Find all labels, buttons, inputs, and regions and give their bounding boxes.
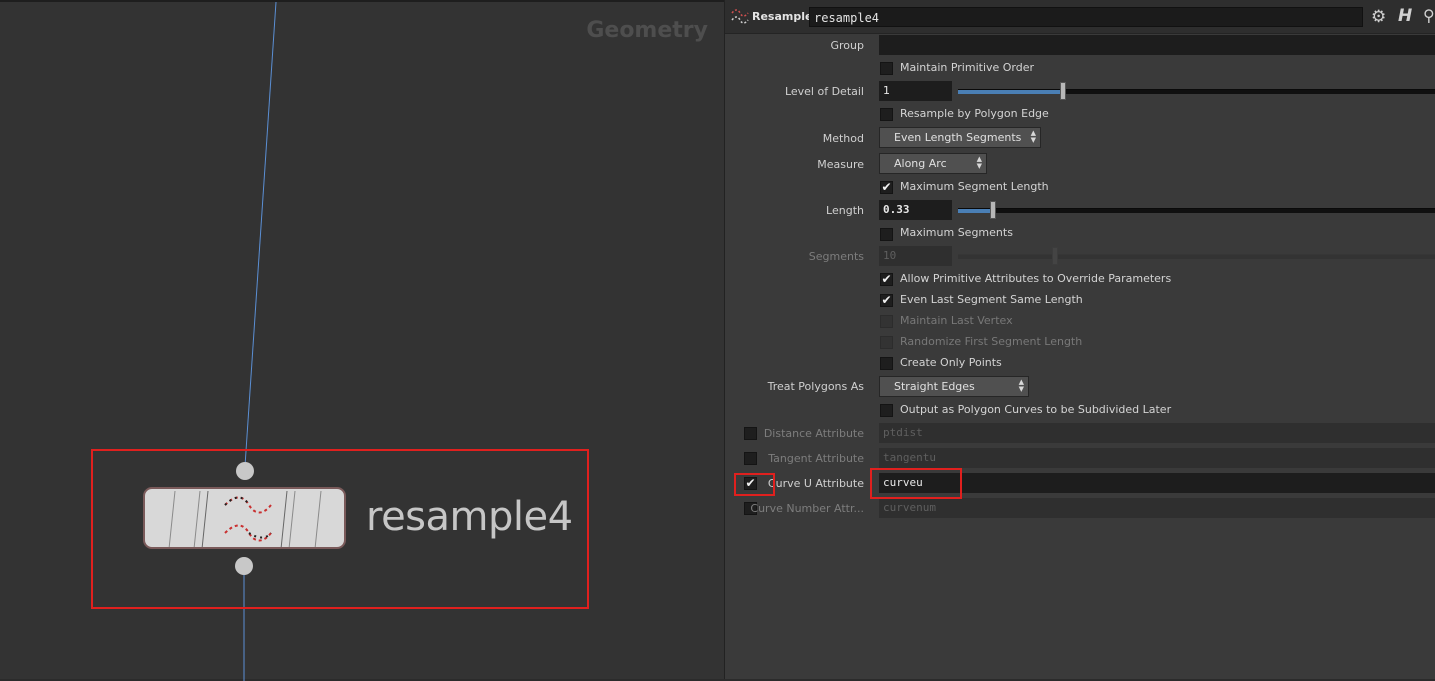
maintain-primitive-order-label: Maintain Primitive Order bbox=[900, 61, 1035, 74]
allow-prim-attribs-label: Allow Primitive Attributes to Override P… bbox=[900, 272, 1172, 285]
even-last-segment-label: Even Last Segment Same Length bbox=[900, 293, 1083, 306]
segments-field[interactable]: 10 bbox=[879, 246, 952, 266]
node-type-label: Resample bbox=[752, 10, 813, 23]
segments-label: Segments bbox=[808, 250, 864, 263]
create-only-points-checkbox[interactable] bbox=[880, 357, 893, 370]
treat-polygons-as-menu[interactable]: Straight Edges ▲ ▼ bbox=[879, 376, 1029, 397]
level-of-detail-slider[interactable] bbox=[958, 89, 1435, 94]
input-wire bbox=[244, 2, 277, 467]
method-label: Method bbox=[822, 132, 864, 145]
length-field[interactable]: 0.33 bbox=[879, 200, 952, 220]
treat-polygons-as-menu-value: Straight Edges bbox=[894, 380, 975, 393]
parameter-header: Resample resample4 ⚙ H ⚲ bbox=[725, 0, 1435, 34]
distance-attribute-field[interactable]: ptdist bbox=[879, 423, 1435, 443]
measure-menu[interactable]: Along Arc ▲ ▼ bbox=[879, 153, 987, 174]
output-polygon-curves-checkbox[interactable] bbox=[880, 404, 893, 417]
randomize-first-segment-label: Randomize First Segment Length bbox=[900, 335, 1083, 348]
maintain-primitive-order-checkbox[interactable] bbox=[880, 62, 893, 75]
group-label: Group bbox=[830, 39, 865, 52]
measure-label: Measure bbox=[817, 158, 864, 171]
menu-arrows-icon: ▲ ▼ bbox=[1018, 378, 1024, 393]
allow-prim-attribs-checkbox[interactable]: ✔ bbox=[880, 273, 893, 286]
search-icon[interactable]: ⚲ bbox=[1423, 6, 1435, 25]
curve-u-toggle-highlight-box bbox=[734, 473, 775, 496]
output-polygon-curves-label: Output as Polygon Curves to be Subdivide… bbox=[900, 403, 1172, 416]
tangent-attribute-label: Tangent Attribute bbox=[768, 452, 864, 465]
distance-attribute-label: Distance Attribute bbox=[763, 427, 864, 440]
gear-icon[interactable]: ⚙ bbox=[1371, 7, 1386, 27]
menu-arrows-icon: ▲ ▼ bbox=[1030, 129, 1036, 144]
maximum-segments-label: Maximum Segments bbox=[900, 226, 1013, 239]
resample-by-polygon-edge-checkbox[interactable] bbox=[880, 108, 893, 121]
curve-number-attribute-label: Curve Number Attr... bbox=[750, 502, 864, 515]
resample-by-polygon-edge-label: Resample by Polygon Edge bbox=[900, 107, 1049, 120]
resample-node-icon bbox=[731, 9, 749, 24]
level-of-detail-slider-fill bbox=[958, 90, 1062, 94]
maximum-segment-length-label: Maximum Segment Length bbox=[900, 180, 1049, 193]
length-slider-fill bbox=[958, 209, 992, 213]
curve-number-attribute-field[interactable]: curvenum bbox=[879, 498, 1435, 518]
method-menu[interactable]: Even Length Segments ▲ ▼ bbox=[879, 127, 1041, 148]
tangent-attribute-field[interactable]: tangentu bbox=[879, 448, 1435, 468]
maximum-segment-length-checkbox[interactable]: ✔ bbox=[880, 181, 893, 194]
length-slider[interactable] bbox=[958, 208, 1435, 213]
node-name-field[interactable]: resample4 bbox=[809, 7, 1363, 27]
menu-arrows-icon: ▲ ▼ bbox=[976, 155, 982, 170]
network-editor[interactable]: Geometry resample4 bbox=[0, 0, 724, 681]
length-slider-handle[interactable] bbox=[990, 201, 996, 219]
group-field[interactable] bbox=[879, 35, 1435, 55]
length-label: Length bbox=[826, 204, 864, 217]
curve-u-attribute-field[interactable]: curveu bbox=[879, 473, 1435, 493]
maximum-segments-checkbox[interactable] bbox=[880, 228, 893, 241]
method-menu-value: Even Length Segments bbox=[894, 131, 1022, 144]
even-last-segment-checkbox[interactable]: ✔ bbox=[880, 294, 893, 307]
level-of-detail-label: Level of Detail bbox=[784, 85, 864, 98]
maintain-last-vertex-label: Maintain Last Vertex bbox=[900, 314, 1013, 327]
randomize-first-segment-checkbox[interactable] bbox=[880, 336, 893, 349]
houdini-help-icon[interactable]: H bbox=[1398, 6, 1412, 26]
segments-slider[interactable] bbox=[958, 254, 1435, 259]
level-of-detail-slider-handle[interactable] bbox=[1060, 82, 1066, 100]
curve-u-field-highlight-box bbox=[870, 468, 962, 499]
parameter-editor: Resample resample4 ⚙ H ⚲ Group Maintain … bbox=[724, 0, 1435, 679]
level-of-detail-field[interactable]: 1 bbox=[879, 81, 952, 101]
treat-polygons-as-label: Treat Polygons As bbox=[767, 380, 864, 393]
segments-slider-handle[interactable] bbox=[1052, 247, 1058, 265]
measure-menu-value: Along Arc bbox=[894, 157, 947, 170]
maintain-last-vertex-checkbox[interactable] bbox=[880, 315, 893, 328]
create-only-points-label: Create Only Points bbox=[900, 356, 1002, 369]
node-highlight-box bbox=[91, 449, 589, 609]
